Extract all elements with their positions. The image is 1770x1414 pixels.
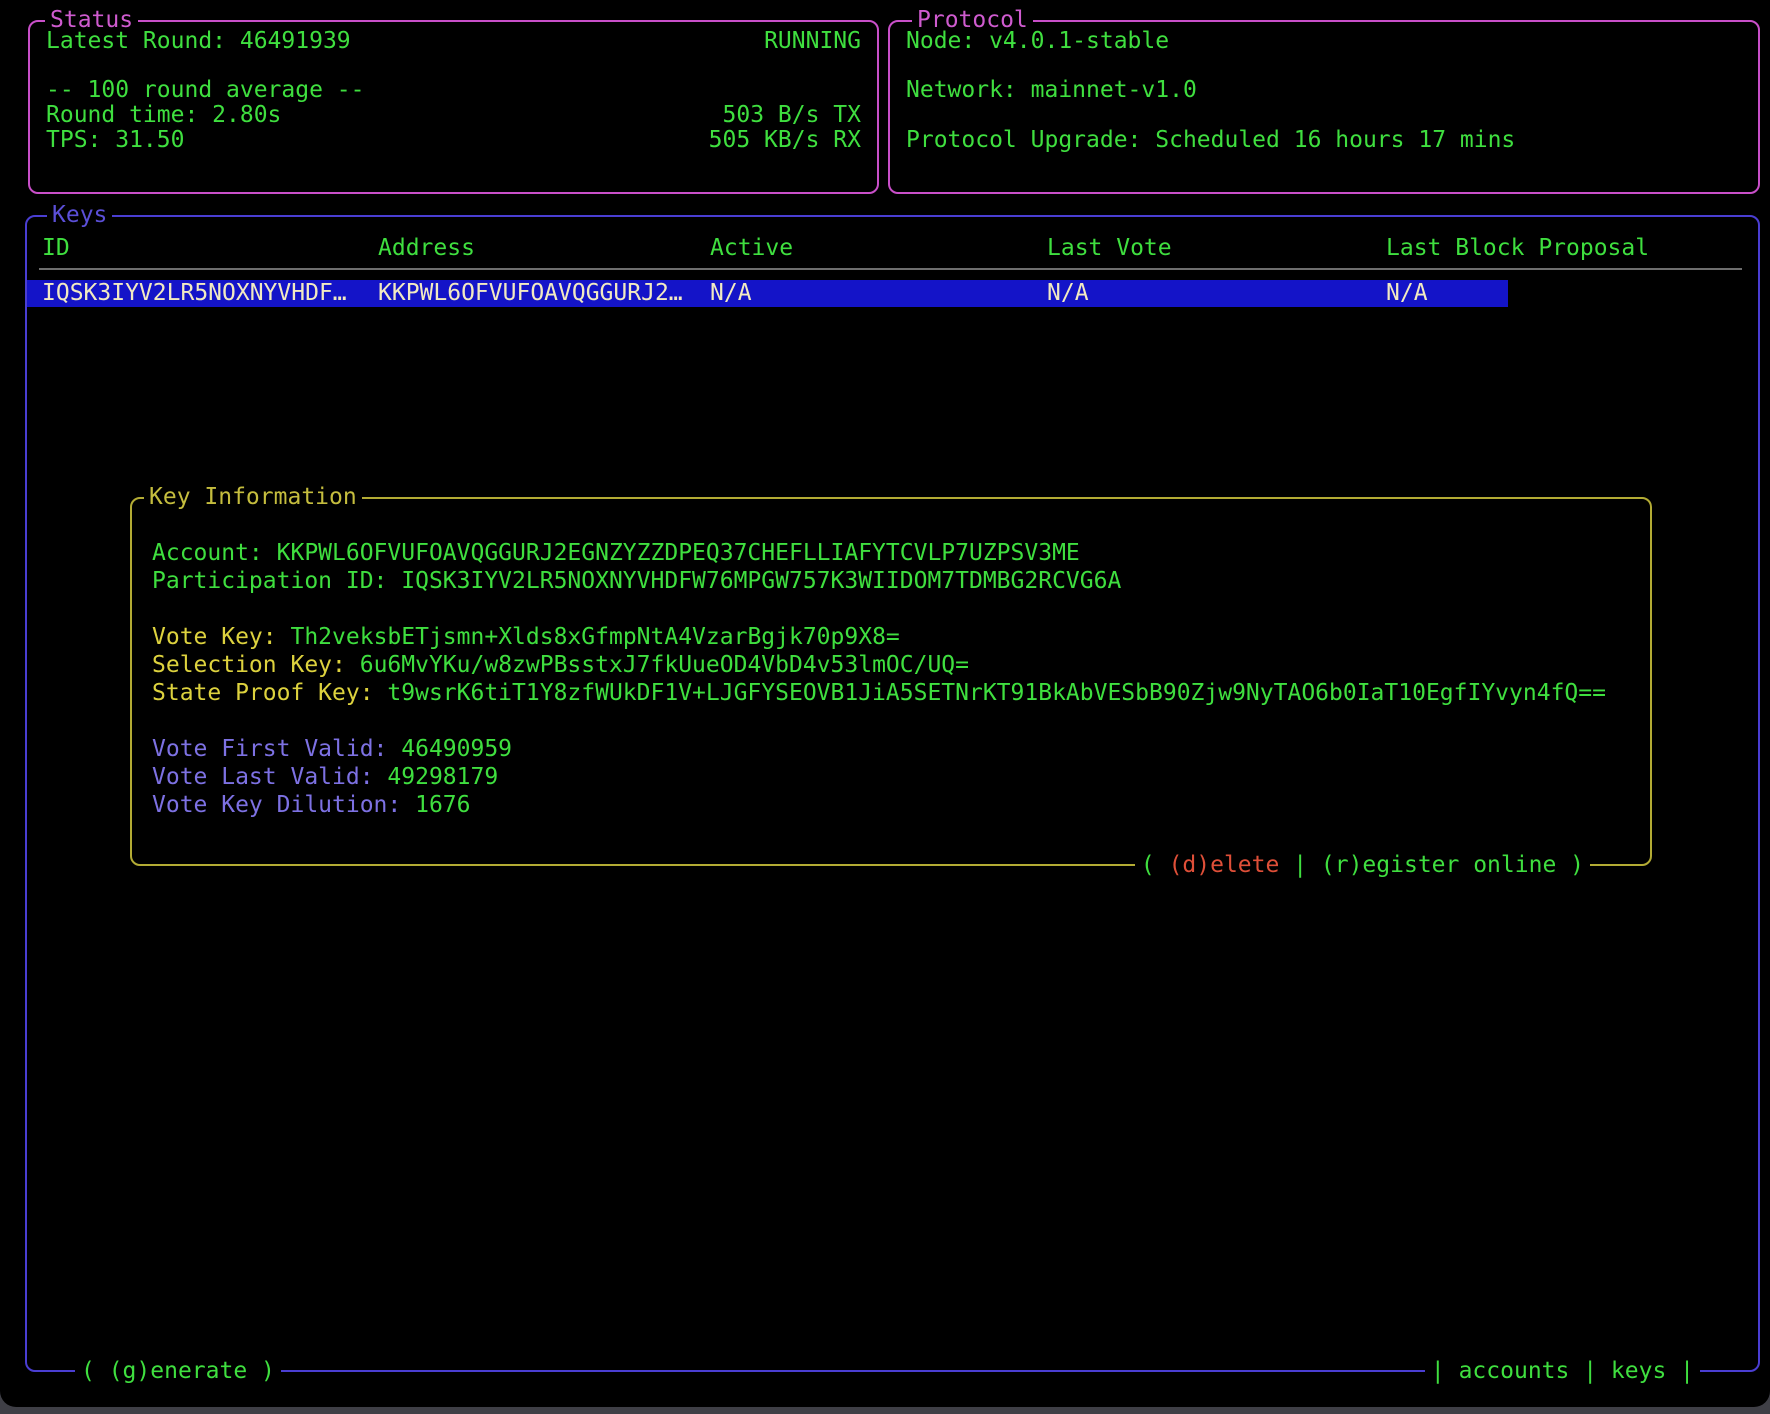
tab-keys[interactable]: keys — [1611, 1358, 1666, 1384]
selection-key-line: Selection Key: 6u6MvYKu/w8zwPBsstxJ7fkUu… — [152, 652, 969, 678]
key-information-panel: Key Information Account: KKPWL6OFVUFOAVQ… — [130, 497, 1652, 866]
table-row-selected[interactable]: IQSK3IYV2LR5NOXNYVHDF… KKPWL6OFVUFOAVQGG… — [27, 280, 1508, 307]
account-line: Account: KKPWL6OFVUFOAVQGGURJ2EGNZYZZDPE… — [152, 540, 1080, 566]
generate-action-group: ( (g)enerate ) — [75, 1358, 281, 1384]
delete-action[interactable]: (d)elete — [1169, 852, 1280, 878]
vote-first-valid-label: Vote First Valid: — [152, 736, 401, 762]
vote-key-dilution-label: Vote Key Dilution: — [152, 792, 415, 818]
participation-id-value: IQSK3IYV2LR5NOXNYVHDFW76MPGW757K3WIIDOM7… — [401, 568, 1121, 594]
row-address-cell: KKPWL6OFVUFOAVQGGURJ2… — [378, 280, 683, 307]
vote-last-valid-line: Vote Last Valid: 49298179 — [152, 764, 498, 790]
selection-key-value: 6u6MvYKu/w8zwPBsstxJ7fkUueOD4VbD4v53lmOC… — [360, 652, 969, 678]
tab-accounts[interactable]: accounts — [1459, 1358, 1570, 1384]
account-label: Account: — [152, 540, 277, 566]
column-header-active: Active — [710, 235, 793, 262]
participation-id-label: Participation ID: — [152, 568, 401, 594]
key-information-title: Key Information — [144, 484, 362, 510]
round-average-header: -- 100 round average -- — [46, 77, 365, 103]
vote-key-dilution-value: 1676 — [415, 792, 470, 818]
network-text: Network: mainnet-v1.0 — [906, 77, 1197, 103]
row-id-cell: IQSK3IYV2LR5NOXNYVHDF… — [42, 280, 347, 307]
keys-panel-title: Keys — [47, 202, 112, 228]
keys-panel: Keys ID Address Active Last Vote Last Bl… — [25, 215, 1760, 1372]
vote-key-value: Th2veksbETjsmn+Xlds8xGfmpNtA4VzarBgjk70p… — [290, 624, 899, 650]
state-proof-key-label: State Proof Key: — [152, 680, 387, 706]
row-last-vote-cell: N/A — [1047, 280, 1089, 307]
column-header-last-block-proposal: Last Block Proposal — [1386, 235, 1649, 262]
account-value: KKPWL6OFVUFOAVQGGURJ2EGNZYZZDPEQ37CHEFLL… — [277, 540, 1080, 566]
column-header-id: ID — [42, 235, 70, 262]
node-state-badge: RUNNING — [764, 28, 861, 54]
row-active-cell: N/A — [710, 280, 752, 307]
vote-last-valid-value: 49298179 — [387, 764, 498, 790]
nav-close-bar: | — [1666, 1358, 1694, 1384]
nav-tabs: | accounts | keys | — [1425, 1358, 1700, 1384]
tx-rate-text: 503 B/s TX — [723, 102, 861, 128]
rx-rate-text: 505 KB/s RX — [709, 127, 861, 153]
column-header-address: Address — [378, 235, 475, 262]
vote-key-line: Vote Key: Th2veksbETjsmn+Xlds8xGfmpNtA4V… — [152, 624, 900, 650]
header-separator — [39, 268, 1742, 270]
vote-last-valid-label: Vote Last Valid: — [152, 764, 387, 790]
generate-open-paren: ( — [81, 1358, 109, 1384]
selection-key-label: Selection Key: — [152, 652, 360, 678]
protocol-upgrade-text: Protocol Upgrade: Scheduled 16 hours 17 … — [906, 127, 1515, 153]
latest-round-text: Latest Round: 46491939 — [46, 28, 351, 54]
tps-text: TPS: 31.50 — [46, 127, 184, 153]
nav-separator-bar: | — [1569, 1358, 1611, 1384]
vote-first-valid-line: Vote First Valid: 46490959 — [152, 736, 512, 762]
vote-first-valid-value: 46490959 — [401, 736, 512, 762]
generate-action[interactable]: (g)enerate — [109, 1358, 247, 1384]
key-actions-close-paren: ) — [1556, 852, 1584, 878]
status-panel: Status Latest Round: 46491939 RUNNING --… — [28, 20, 879, 194]
register-online-action[interactable]: (r)egister online — [1321, 852, 1556, 878]
column-header-last-vote: Last Vote — [1047, 235, 1172, 262]
participation-id-line: Participation ID: IQSK3IYV2LR5NOXNYVHDFW… — [152, 568, 1121, 594]
state-proof-key-line: State Proof Key: t9wsrK6tiT1Y8zfWUkDF1V+… — [152, 680, 1606, 706]
key-actions-separator: | — [1279, 852, 1321, 878]
nav-open-bar: | — [1431, 1358, 1459, 1384]
round-time-text: Round time: 2.80s — [46, 102, 281, 128]
key-actions-open-paren: ( — [1141, 852, 1169, 878]
node-version-text: Node: v4.0.1-stable — [906, 28, 1169, 54]
generate-close-paren: ) — [247, 1358, 275, 1384]
vote-key-dilution-line: Vote Key Dilution: 1676 — [152, 792, 471, 818]
row-last-block-proposal-cell: N/A — [1386, 280, 1428, 307]
protocol-panel: Protocol Node: v4.0.1-stable Network: ma… — [888, 20, 1760, 194]
state-proof-key-value: t9wsrK6tiT1Y8zfWUkDF1V+LJGFYSEOVB1JiA5SE… — [387, 680, 1606, 706]
terminal-window: Status Latest Round: 46491939 RUNNING --… — [0, 0, 1770, 1407]
vote-key-label: Vote Key: — [152, 624, 290, 650]
key-actions: ( (d)elete | (r)egister online ) — [1135, 852, 1590, 878]
window-background: Status Latest Round: 46491939 RUNNING --… — [0, 0, 1770, 1414]
